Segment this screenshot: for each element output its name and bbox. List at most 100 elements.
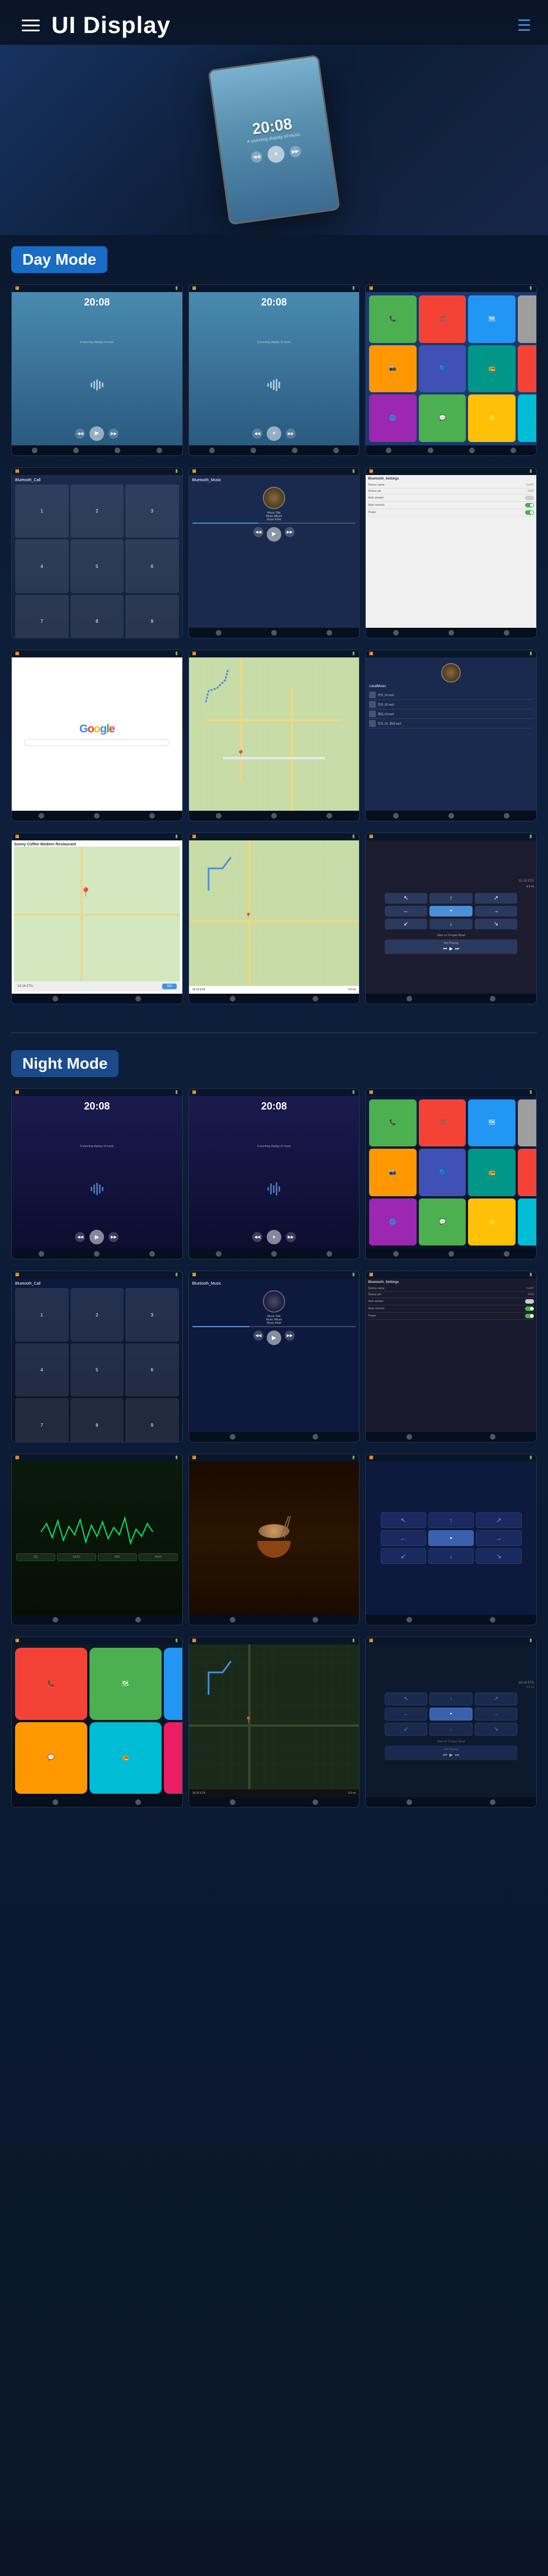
n-next-2[interactable]: ▶▶ <box>286 1232 296 1242</box>
nav-arrow-down[interactable]: ↓ <box>429 919 472 929</box>
app-icon-music[interactable]: 🎵 <box>419 295 466 343</box>
n-nav-arrow-ul[interactable]: ↖ <box>381 1512 426 1528</box>
nav-icon-24[interactable] <box>149 813 155 819</box>
nav-arrow-center[interactable]: • <box>429 906 472 916</box>
nav-icon-6[interactable] <box>251 448 256 453</box>
app-icon-nav[interactable]: 🗺 <box>468 295 516 343</box>
nav-icon-4[interactable] <box>157 448 162 453</box>
night-music-next[interactable]: ▶▶ <box>285 1331 295 1341</box>
app-icon-camera[interactable]: 📷 <box>369 345 417 393</box>
play-btn-1[interactable]: ▶ <box>89 426 104 441</box>
nav-icon-35[interactable] <box>407 996 412 1002</box>
key-6[interactable]: 6 <box>125 539 179 593</box>
track-1[interactable]: 华乐_01.mp3 <box>369 690 533 700</box>
nav-icon-10[interactable] <box>428 448 433 453</box>
key-1[interactable]: 1 <box>15 485 69 538</box>
n-cp-u[interactable]: ↑ <box>429 1693 472 1705</box>
track-4[interactable]: 华乐_03_测试.mp3 <box>369 719 533 728</box>
n-ctrl-hi[interactable]: HIGH <box>139 1553 178 1561</box>
n-prev-2[interactable]: ◀◀ <box>252 1232 262 1242</box>
nav-icon-3[interactable] <box>115 448 120 453</box>
n-app-sound[interactable]: 🔊 <box>518 1198 537 1246</box>
n-nav-arrow-ur[interactable]: ↗ <box>476 1512 521 1528</box>
n-app-camera[interactable]: 📷 <box>369 1149 417 1196</box>
nav-icon-7[interactable] <box>292 448 297 453</box>
n-cp-l[interactable]: ← <box>385 1708 427 1721</box>
n-prev-1[interactable]: ◀◀ <box>75 1232 85 1242</box>
n-key-2[interactable]: 2 <box>70 1288 124 1342</box>
menu-icon[interactable] <box>17 11 45 39</box>
n-next-1[interactable]: ▶▶ <box>108 1232 119 1242</box>
n-nav-arrow-r[interactable]: → <box>476 1530 521 1546</box>
n-nav-22[interactable] <box>53 1799 58 1805</box>
nav-arrow-upleft[interactable]: ↖ <box>385 893 427 904</box>
key-7[interactable]: 7 <box>15 595 69 639</box>
n-nav-arrow-c[interactable]: • <box>428 1530 474 1546</box>
hero-prev-btn[interactable]: ◀◀ <box>251 151 263 163</box>
n-app-fav[interactable]: ⭐ <box>468 1198 516 1246</box>
n-cp-c[interactable]: • <box>429 1708 472 1721</box>
next-btn-1[interactable]: ▶▶ <box>108 429 119 439</box>
n-cp-radio[interactable]: 📻 <box>89 1722 162 1794</box>
n-play-1[interactable]: ▶ <box>89 1230 104 1244</box>
nav-icon-22[interactable] <box>39 813 44 819</box>
key-5[interactable]: 5 <box>70 539 124 593</box>
n-cp-ur[interactable]: ↗ <box>475 1693 517 1705</box>
auto-connect-toggle[interactable] <box>525 503 534 507</box>
n-nav-2[interactable] <box>94 1251 100 1257</box>
nav-icon-8[interactable] <box>333 448 339 453</box>
app-icon-cyan[interactable]: 🔊 <box>518 394 537 442</box>
n-cp-d[interactable]: ↓ <box>429 1723 472 1736</box>
restaurant-go-btn[interactable]: GO <box>162 984 176 989</box>
n-nav-5[interactable] <box>271 1251 277 1257</box>
nav-arrow-downright[interactable]: ↘ <box>475 919 517 929</box>
n-nav-14[interactable] <box>407 1434 412 1440</box>
media-play[interactable]: ▶ <box>450 946 453 952</box>
nav-icon-19[interactable] <box>393 630 399 636</box>
night-music-play[interactable]: ▶ <box>267 1331 281 1345</box>
n-nav-arrow-dl[interactable]: ↙ <box>381 1548 426 1564</box>
prev-btn-2[interactable]: ◀◀ <box>252 429 262 439</box>
night-music-prev[interactable]: ◀◀ <box>253 1331 263 1341</box>
n-app-settings[interactable]: ⚙ <box>518 1099 537 1147</box>
n-cp-music[interactable]: 🎵 <box>164 1648 183 1720</box>
nav-icon-16[interactable] <box>216 630 221 636</box>
nav-arrow-right[interactable]: → <box>475 906 517 916</box>
n-key-5[interactable]: 5 <box>70 1343 124 1397</box>
hero-next-btn[interactable]: ▶▶ <box>289 145 302 158</box>
nav-icon-36[interactable] <box>490 996 495 1002</box>
n-cp-maps[interactable]: 🗺 <box>89 1648 162 1720</box>
nav-icon-12[interactable] <box>511 448 516 453</box>
nav-arrow-downleft[interactable]: ↙ <box>385 919 427 929</box>
next-btn-2[interactable]: ▶▶ <box>286 429 296 439</box>
track-3[interactable]: 测试_03.mp3 <box>369 709 533 719</box>
play-btn-2[interactable]: ⏸ <box>267 426 281 441</box>
n-nav-13[interactable] <box>313 1434 318 1440</box>
n-ctrl-mid[interactable]: MID <box>98 1553 137 1561</box>
nav-icon-9[interactable] <box>386 448 391 453</box>
app-icon-yellow[interactable]: ⭐ <box>468 394 516 442</box>
n-key-6[interactable]: 6 <box>125 1343 179 1397</box>
n-nav-20[interactable] <box>407 1617 412 1623</box>
n-media-prev[interactable]: ⏮ <box>443 1752 447 1758</box>
n-nav-18[interactable] <box>230 1617 235 1623</box>
n-nav-19[interactable] <box>313 1617 318 1623</box>
n-app-nav[interactable]: 🗺 <box>468 1099 516 1147</box>
nav-icon-31[interactable] <box>53 996 58 1002</box>
track-2[interactable]: 华乐_02.mp3 <box>369 700 533 709</box>
nav-arrow-upright[interactable]: ↗ <box>475 893 517 904</box>
nav-arrow-left[interactable]: ← <box>385 906 427 916</box>
n-app-video[interactable]: ▶ <box>518 1149 537 1196</box>
n-nav-21[interactable] <box>490 1617 495 1623</box>
app-icon-purple[interactable]: 🌐 <box>369 394 417 442</box>
key-3[interactable]: 3 <box>125 485 179 538</box>
n-app-msg[interactable]: 💬 <box>419 1198 466 1246</box>
n-ctrl-bass[interactable]: BASS <box>57 1553 96 1561</box>
nav-icon-1[interactable] <box>32 448 37 453</box>
media-prev[interactable]: ⏮ <box>443 946 447 952</box>
key-9[interactable]: 9 <box>125 595 179 639</box>
key-2[interactable]: 2 <box>70 485 124 538</box>
n-nav-17[interactable] <box>135 1617 141 1623</box>
nav-icon-33[interactable] <box>230 996 235 1002</box>
n-cp-spotify[interactable]: ♪ <box>164 1722 183 1794</box>
